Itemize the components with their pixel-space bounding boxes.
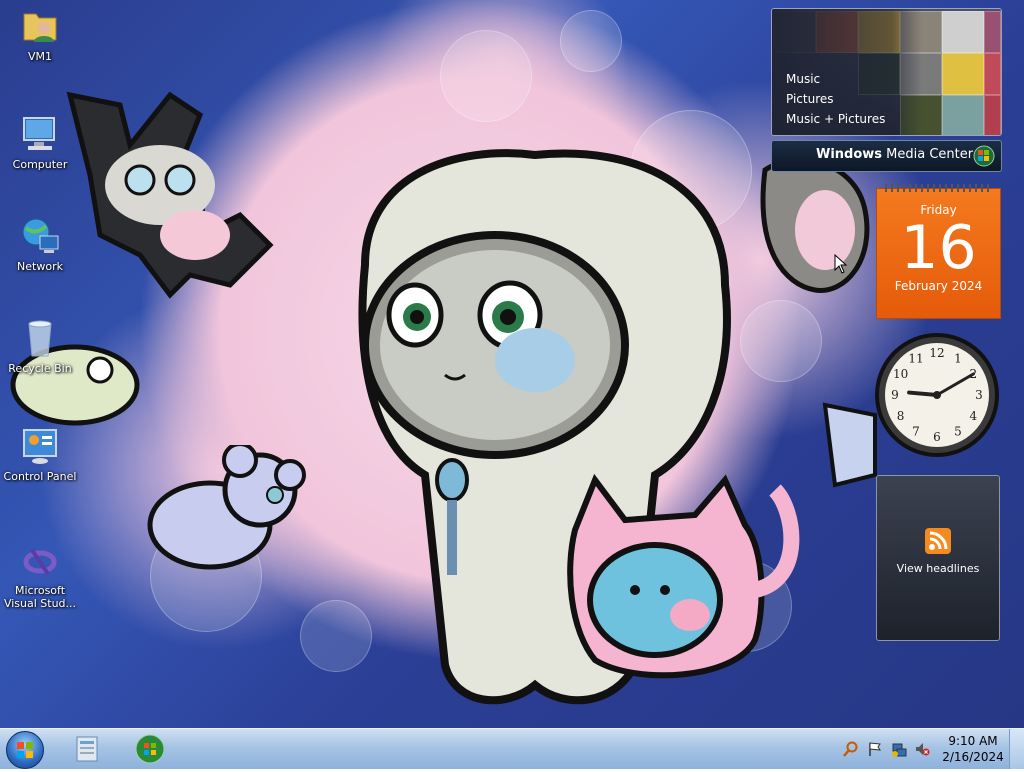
control-panel-icon <box>20 426 60 466</box>
media-center-brand: Windows Media Center <box>816 147 973 162</box>
media-tile <box>984 11 1001 53</box>
mouse-cursor-icon <box>834 254 848 274</box>
calendar-binding <box>885 184 992 192</box>
feed-headlines-gadget[interactable]: View headlines <box>876 475 1000 641</box>
volume-muted-icon[interactable] <box>914 741 930 757</box>
clock-numeral: 6 <box>933 430 941 444</box>
tray-date: 2/16/2024 <box>942 750 1004 764</box>
media-tile <box>984 53 1001 95</box>
rss-icon <box>925 528 951 554</box>
desktop-icon-label: Microsoft Visual Stud... <box>3 584 77 610</box>
clock-numeral: 10 <box>893 367 908 381</box>
feed-view-headlines[interactable]: View headlines <box>877 562 999 575</box>
clock-numeral: 12 <box>929 346 944 360</box>
taskbar-media-center-button[interactable] <box>125 731 175 767</box>
wallpaper-bunny <box>66 91 274 299</box>
clock-numeral: 9 <box>891 388 899 402</box>
media-tile <box>942 53 984 95</box>
show-desktop-button[interactable] <box>1009 729 1024 769</box>
wallpaper-mouse <box>147 445 306 570</box>
windows-logo-icon <box>17 742 33 758</box>
taskbar-explorer-button[interactable] <box>62 731 112 767</box>
media-tile <box>942 11 984 53</box>
media-center-launch-bar[interactable]: Windows Media Center <box>771 140 1002 172</box>
visual-studio-icon <box>20 540 60 580</box>
desktop-icon-label: VM1 <box>27 50 52 63</box>
clock-numeral: 7 <box>912 424 920 438</box>
clock-numeral: 1 <box>954 352 962 366</box>
start-button[interactable] <box>6 731 44 769</box>
media-center-gadget[interactable]: Music Pictures Music + Pictures <box>771 8 1002 136</box>
desktop-icon-label: Network <box>17 260 63 273</box>
media-center-brand-rest: Media Center <box>882 147 974 162</box>
recycle-bin-icon <box>20 318 60 358</box>
desktop-icon-label: Recycle Bin <box>8 362 72 375</box>
clock-numeral: 4 <box>970 409 978 423</box>
windows-logo-icon <box>973 145 995 167</box>
desktop-icon-label: Control Panel <box>3 470 77 483</box>
explorer-icon <box>76 736 98 762</box>
calendar-gadget[interactable]: Friday 16 February 2024 <box>876 184 1001 319</box>
user-folder-icon <box>20 6 60 46</box>
media-tile <box>984 95 1001 135</box>
desktop-icon-vm1[interactable]: VM1 <box>0 6 80 63</box>
clock-hour-hand <box>907 390 939 397</box>
desktop-icon-network[interactable]: Network <box>0 216 80 273</box>
taskbar: 9:10 AM 2/16/2024 <box>0 728 1024 769</box>
desktop-icon-visual-studio[interactable]: Microsoft Visual Stud... <box>0 540 80 610</box>
computer-icon <box>20 114 60 154</box>
clock-numeral: 5 <box>954 424 962 438</box>
media-center-menu: Music Pictures Music + Pictures <box>786 69 885 129</box>
tray-clock[interactable]: 9:10 AM 2/16/2024 <box>930 733 1016 765</box>
network-icon <box>20 216 60 256</box>
desktop-icon-label: Computer <box>12 158 68 171</box>
flag-icon[interactable] <box>867 741 883 757</box>
wallpaper-pink-cat <box>567 473 800 679</box>
clock-numeral: 3 <box>975 388 983 402</box>
calendar-month-year: February 2024 <box>894 279 983 293</box>
tray-time: 9:10 AM <box>948 734 998 748</box>
media-center-menu-pictures[interactable]: Pictures <box>786 89 885 109</box>
desktop-icon-recycle-bin[interactable]: Recycle Bin <box>0 318 80 375</box>
desktop-icon-computer[interactable]: Computer <box>0 114 80 171</box>
desktop-wallpaper: VM1 Computer Network Recycle Bin Control… <box>0 0 1024 728</box>
media-center-brand-bold: Windows <box>816 147 883 162</box>
search-icon[interactable] <box>843 741 859 757</box>
media-center-menu-music[interactable]: Music <box>786 69 885 89</box>
media-center-icon <box>135 734 165 764</box>
clock-numeral: 8 <box>897 409 905 423</box>
clock-gadget[interactable]: 123456789101112 <box>873 331 1001 459</box>
network-status-icon[interactable] <box>891 741 907 757</box>
clock-numeral: 11 <box>908 352 923 366</box>
desktop-icon-control-panel[interactable]: Control Panel <box>0 426 80 483</box>
wallpaper-gray-creature <box>760 157 870 293</box>
media-tile <box>942 95 984 135</box>
calendar-day-number: 16 <box>900 213 977 283</box>
media-center-menu-music-pictures[interactable]: Music + Pictures <box>786 109 885 129</box>
